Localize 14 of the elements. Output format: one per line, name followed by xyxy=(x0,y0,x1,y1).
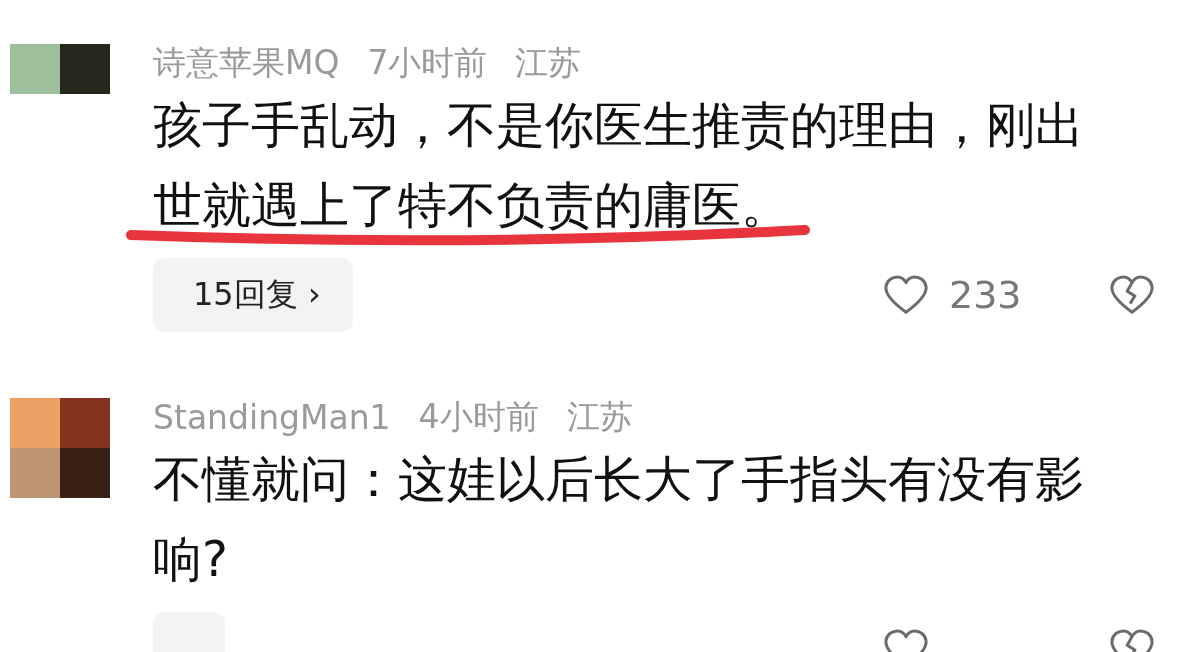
like-count: 233 xyxy=(949,273,1022,317)
comment-text: 孩子手乱动，不是你医生推责的理由，刚出 xyxy=(153,96,1084,156)
heart-icon[interactable] xyxy=(883,275,929,315)
comment-text: 响? xyxy=(153,530,228,590)
comment-location: 江苏 xyxy=(515,41,582,84)
comment-text: 世就遇上了特不负责的庸医。 xyxy=(153,176,790,236)
comment-location: 江苏 xyxy=(566,395,633,438)
replies-button[interactable]: 15回复 › xyxy=(153,258,353,332)
comment-time: 4小时前 xyxy=(418,395,539,438)
comment-text: 不懂就问：这娃以后长大了手指头有没有影 xyxy=(153,450,1084,510)
comment-time: 7小时前 xyxy=(367,41,488,84)
user-name[interactable]: 诗意苹果MQ xyxy=(153,40,340,86)
user-name[interactable]: StandingMan1 xyxy=(153,397,391,437)
broken-heart-icon[interactable] xyxy=(1109,275,1155,315)
